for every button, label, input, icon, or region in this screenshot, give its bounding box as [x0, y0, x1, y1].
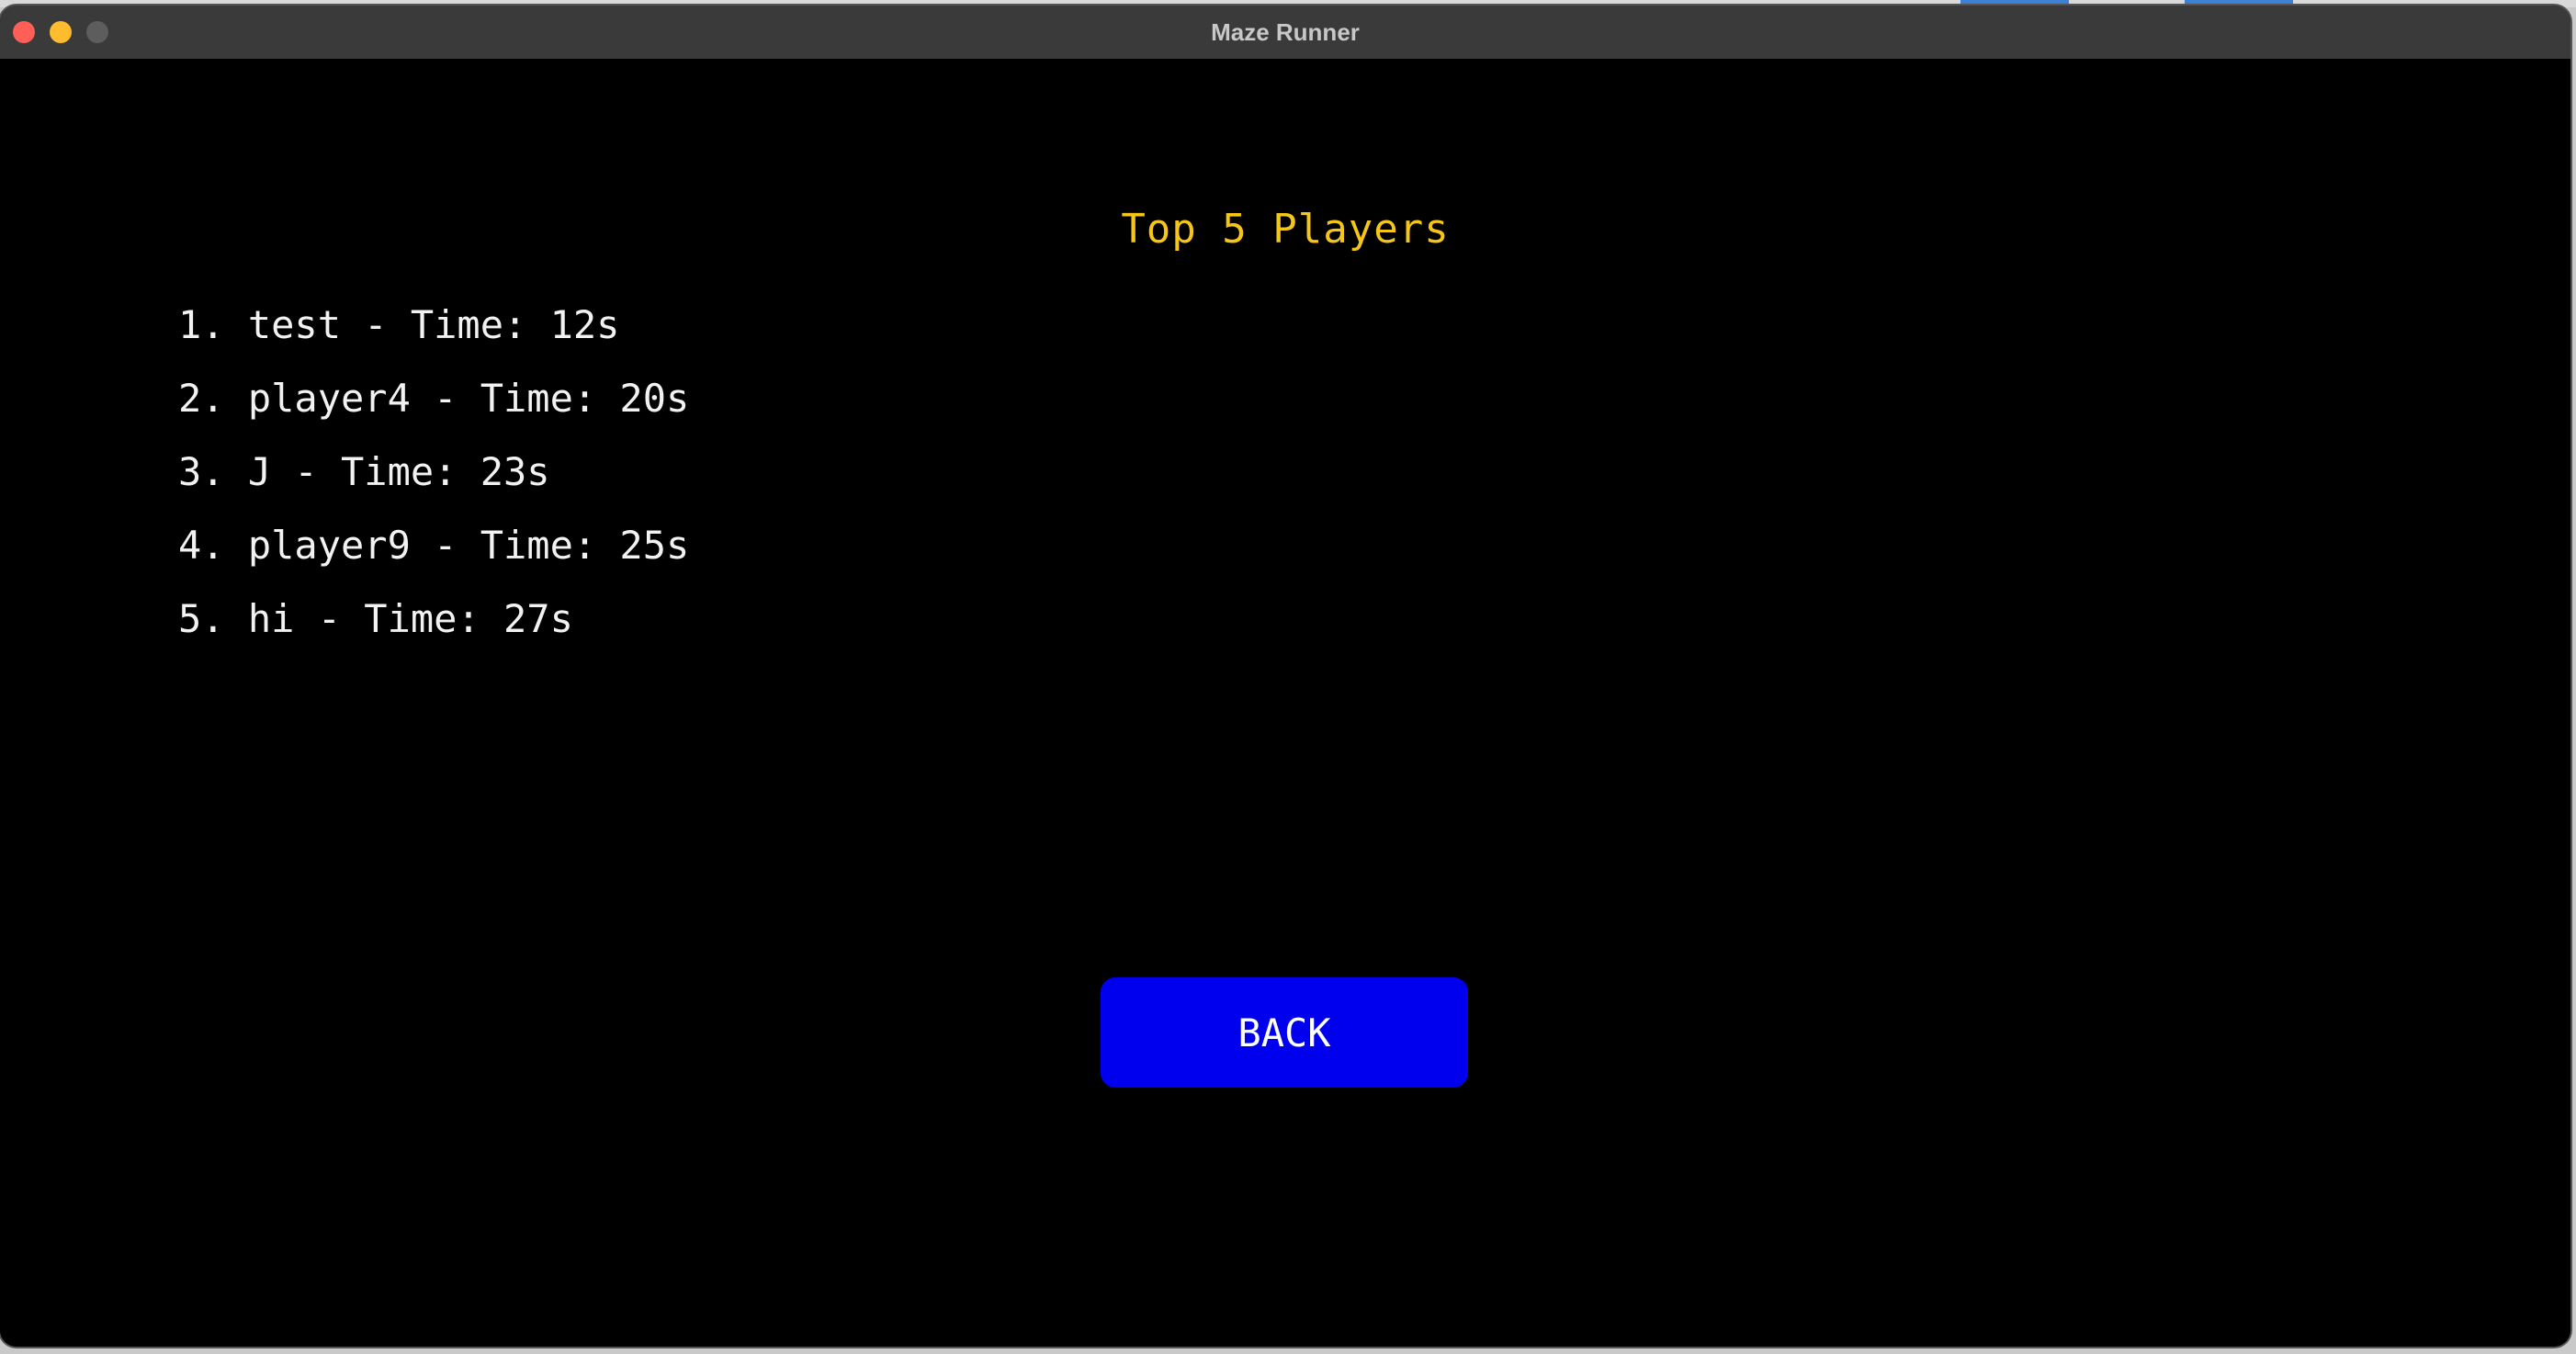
leaderboard-title: Top 5 Players	[1121, 206, 1450, 253]
leaderboard-list: 1. test - Time: 12s 2. player4 - Time: 2…	[178, 288, 689, 656]
leaderboard-entry: 1. test - Time: 12s	[178, 302, 620, 347]
leaderboard-entry: 2. player4 - Time: 20s	[178, 376, 690, 421]
leaderboard-entry: 4. player9 - Time: 25s	[178, 523, 690, 568]
back-button[interactable]: BACK	[1101, 977, 1468, 1088]
title-bar[interactable]: Maze Runner	[0, 6, 2570, 60]
app-window: Maze Runner Top 5 Players 1. test - Time…	[0, 6, 2570, 1347]
game-canvas: Top 5 Players 1. test - Time: 12s 2. pla…	[0, 59, 2570, 1347]
window-title: Maze Runner	[1211, 18, 1360, 46]
leaderboard-entry: 5. hi - Time: 27s	[178, 596, 573, 641]
leaderboard-entry: 3. J - Time: 23s	[178, 449, 550, 494]
